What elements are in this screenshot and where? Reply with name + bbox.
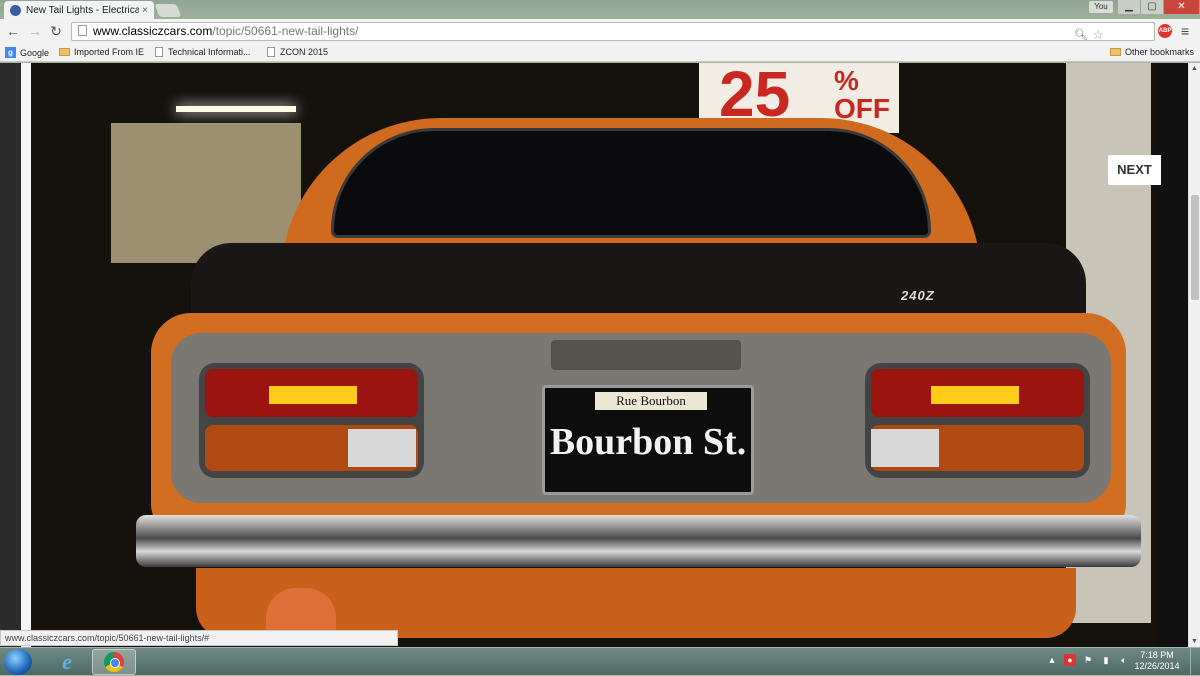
bookmark-star-icon[interactable]: ☆ (1092, 26, 1104, 43)
page-scrollbar[interactable]: ▲ ▼ (1188, 63, 1200, 647)
bookmarks-bar: g Google Imported From IE Technical Info… (0, 44, 1200, 62)
tab-strip: New Tail Lights - Electrica × You ▁ ▢ ✕ (0, 0, 1200, 19)
internet-explorer-icon[interactable]: e (44, 649, 90, 675)
model-badge: 240Z (901, 288, 935, 303)
scroll-down-icon[interactable]: ▼ (1191, 638, 1198, 645)
plate-main-text: Bourbon St. (549, 421, 747, 463)
network-icon[interactable]: ▮ (1100, 654, 1112, 666)
profile-button[interactable]: You (1089, 1, 1113, 13)
forward-button[interactable]: → (26, 22, 44, 40)
chrome-icon (104, 652, 124, 672)
rear-spoiler (191, 243, 1086, 321)
system-tray: ▲ ● ⚑ ▮ 🔈︎ (1046, 654, 1130, 666)
new-tab-button[interactable] (154, 4, 182, 17)
site-favicon-icon (10, 4, 21, 16)
scroll-up-icon[interactable]: ▲ (1191, 65, 1198, 72)
other-bookmarks-label: Other bookmarks (1125, 47, 1195, 57)
tab-new-tail-lights[interactable]: New Tail Lights - Electrica × (4, 1, 154, 19)
tab-title: New Tail Lights - Electrica (26, 4, 140, 16)
tray-expand-icon[interactable]: ▲ (1046, 654, 1058, 666)
folder-icon (1110, 48, 1121, 56)
show-desktop-button[interactable] (1190, 648, 1200, 676)
chrome-menu-icon[interactable]: ≡ (1181, 23, 1189, 39)
google-icon: g (5, 47, 16, 58)
bookmark-imported-from-ie[interactable]: Imported From IE (59, 47, 144, 57)
ceiling-light (176, 106, 296, 112)
flag-icon[interactable]: ⚑ (1082, 654, 1094, 666)
page-icon (267, 47, 275, 57)
tab-close-icon[interactable]: × (142, 5, 148, 16)
bookmark-zcon-2015[interactable]: ZCON 2015 (267, 47, 328, 57)
lightbox-backdrop-right[interactable] (1157, 63, 1188, 647)
rear-window (331, 128, 931, 238)
zoom-icon[interactable]: 🔍︎ (1074, 27, 1088, 44)
page-icon (155, 47, 163, 57)
right-tail-light (865, 363, 1090, 478)
close-window-button[interactable]: ✕ (1164, 0, 1199, 14)
adblock-extension-icon[interactable]: ABP (1158, 24, 1172, 38)
other-bookmarks[interactable]: Other bookmarks (1110, 47, 1194, 57)
url-path: /topic/50661-new-tail-lights/ (212, 24, 359, 38)
lightbox-backdrop[interactable] (0, 63, 21, 647)
page-content: 25 % OFF 240Z Rue Bourbon Bourbon St. (0, 63, 1188, 647)
volume-icon[interactable]: 🔈︎ (1118, 654, 1130, 666)
bookmark-label: Google (20, 47, 50, 58)
folder-icon (59, 48, 70, 56)
sale-sign-suffix: % OFF (834, 65, 890, 124)
bookmark-label: ZCON 2015 (280, 47, 329, 57)
rear-bumper (136, 515, 1141, 567)
url-host: www.classiczcars.com (93, 24, 213, 38)
back-button[interactable]: ← (4, 22, 22, 40)
windows-taskbar: e ▲ ● ⚑ ▮ 🔈︎ 7:18 PM 12/26/2014 (0, 647, 1200, 676)
reload-button[interactable]: ↻ (47, 22, 65, 40)
lightbox-border (21, 63, 31, 647)
maximize-button[interactable]: ▢ (1141, 0, 1163, 14)
page-icon (78, 25, 87, 36)
clock-date: 12/26/2014 (1134, 661, 1180, 671)
bookmark-label: Imported From IE (74, 47, 145, 57)
tray-app-icon[interactable]: ● (1064, 654, 1076, 666)
license-plate: Rue Bourbon Bourbon St. (542, 385, 754, 495)
next-image-button[interactable]: NEXT (1108, 155, 1161, 185)
garage-wall (111, 123, 301, 263)
bookmark-google[interactable]: g Google (5, 47, 49, 58)
status-bubble: www.classiczcars.com/topic/50661-new-tai… (0, 630, 398, 646)
chrome-taskbar-button[interactable] (92, 649, 136, 675)
bookmark-label: Technical Informati... (168, 47, 251, 57)
clock-time: 7:18 PM (1140, 650, 1174, 660)
bookmark-technical-information[interactable]: Technical Informati... (155, 47, 251, 57)
minimize-button[interactable]: ▁ (1118, 0, 1140, 14)
windows-start-icon[interactable] (4, 649, 32, 675)
browser-window: New Tail Lights - Electrica × You ▁ ▢ ✕ … (0, 0, 1200, 676)
toolbar: ← → ↻ www.classiczcars.com/topic/50661-n… (0, 19, 1200, 44)
scroll-thumb[interactable] (1191, 195, 1199, 300)
plate-top-text: Rue Bourbon (595, 392, 707, 410)
hatch-handle (551, 340, 741, 370)
left-tail-light (199, 363, 424, 478)
address-bar[interactable]: www.classiczcars.com/topic/50661-new-tai… (71, 22, 1155, 44)
gallery-photo[interactable]: 25 % OFF 240Z Rue Bourbon Bourbon St. (31, 63, 1157, 647)
taskbar-clock[interactable]: 7:18 PM 12/26/2014 (1132, 650, 1182, 672)
